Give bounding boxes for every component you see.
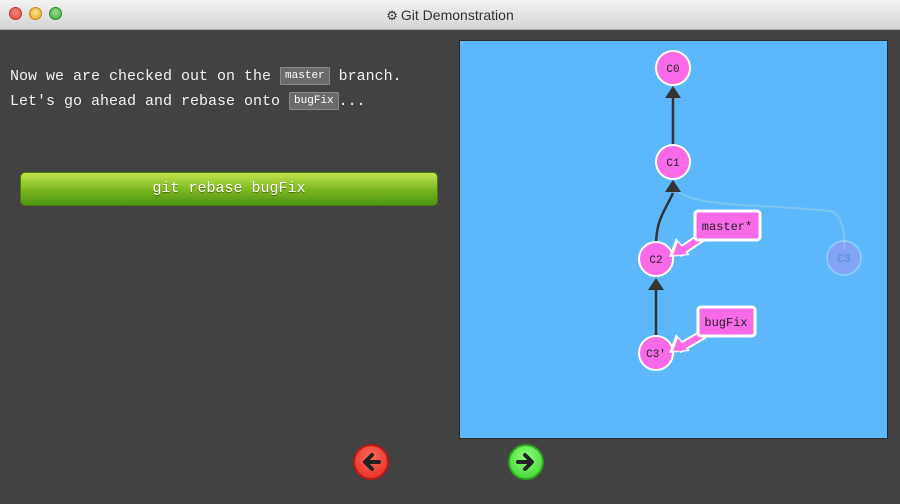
branch-master[interactable]: master*	[669, 209, 762, 258]
commit-label: C2	[649, 255, 662, 267]
commit-c3[interactable]: C3	[826, 240, 862, 276]
edge-arrowhead	[665, 86, 681, 98]
git-graph-canvas: C0 C1 C2 C3 C3' master* bugFix	[459, 40, 888, 439]
branch-label: master*	[702, 220, 752, 234]
arrow-left-icon	[363, 453, 381, 471]
previous-button[interactable]	[353, 444, 389, 480]
instruction-line-1: Now we are checked out on the master bra…	[10, 67, 402, 85]
edge-c2-c1	[654, 192, 675, 247]
instruction-text: Let's go ahead and rebase onto	[10, 93, 290, 110]
gear-icon: ⚙	[386, 8, 398, 23]
next-button[interactable]	[508, 444, 544, 480]
instruction-line-2: Let's go ahead and rebase onto bugFix...	[10, 92, 366, 110]
commit-c2[interactable]: C2	[638, 241, 674, 277]
edge-arrowhead	[648, 278, 664, 290]
git-command-button[interactable]: git rebase bugFix	[20, 172, 438, 206]
commit-c0[interactable]: C0	[655, 50, 691, 86]
code-bugfix: bugFix	[289, 92, 339, 110]
commit-label: C0	[666, 64, 679, 76]
git-graph: C0 C1 C2 C3 C3' master* bugFix	[638, 50, 862, 371]
instruction-text: ...	[338, 93, 366, 110]
commit-c1[interactable]: C1	[655, 144, 691, 180]
arrow-right-icon	[516, 453, 534, 471]
branch-label: bugFix	[704, 316, 747, 330]
instruction-text: branch.	[329, 68, 402, 85]
window-title: Git Demonstration	[400, 7, 514, 23]
code-master: master	[280, 67, 330, 85]
commit-label: C3	[837, 254, 850, 266]
branch-bugfix[interactable]: bugFix	[669, 305, 757, 354]
commit-c3-prime[interactable]: C3'	[638, 335, 674, 371]
instruction-text: Now we are checked out on the	[10, 68, 281, 85]
title-bar: ⚙ Git Demonstration	[0, 0, 900, 30]
commit-label: C1	[666, 158, 680, 170]
edge-arrowhead	[665, 180, 681, 192]
commit-label: C3'	[646, 349, 666, 361]
